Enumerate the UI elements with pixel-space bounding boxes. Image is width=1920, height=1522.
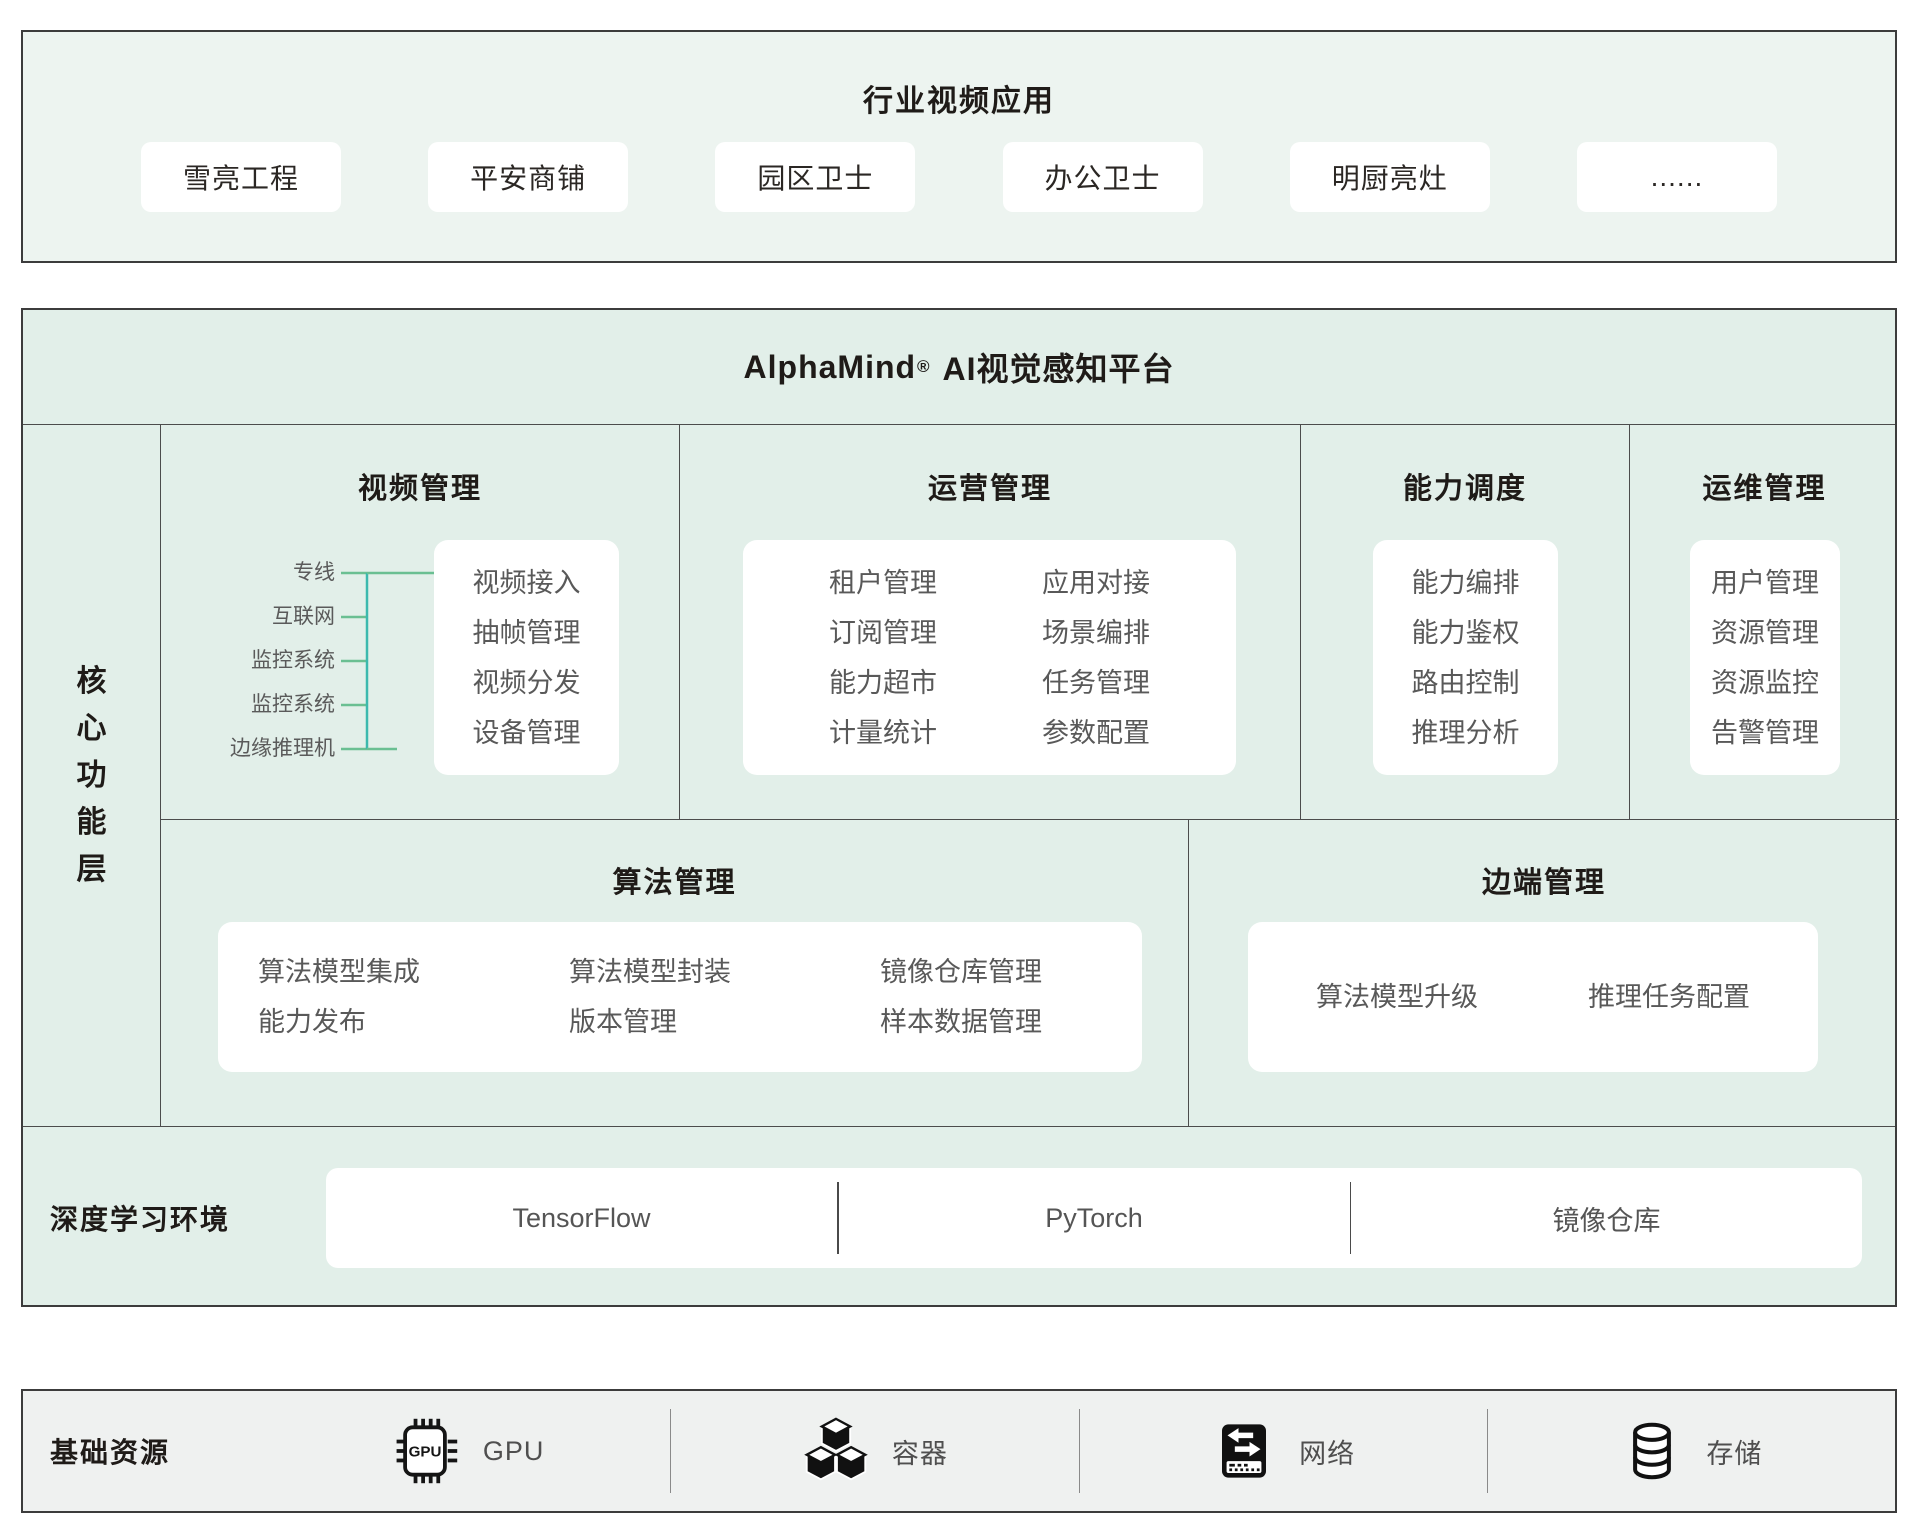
list-item: 视频接入 [473, 558, 581, 608]
list-item: 计量统计 [829, 708, 937, 758]
deep-learning-bar: TensorFlow PyTorch 镜像仓库 [326, 1168, 1862, 1268]
algorithm-management-items: 算法模型集成 能力发布 算法模型封装 版本管理 镜像仓库管理 样本数据管理 [218, 922, 1142, 1072]
list-item: 算法模型封装 [569, 947, 731, 997]
gpu-chip-icon: GPU [389, 1415, 461, 1487]
section-edge-management: 边端管理 算法模型升级 推理任务配置 [1188, 819, 1899, 1126]
source-label: 专线 [161, 551, 335, 595]
framework-pytorch: PyTorch [839, 1168, 1350, 1268]
list-item: 场景编排 [1042, 608, 1150, 658]
list-item: 算法模型升级 [1316, 972, 1478, 1022]
platform-title-en: AlphaMind [744, 349, 917, 386]
source-label: 互联网 [161, 595, 335, 639]
app-pill-bangong: 办公卫士 [1003, 142, 1203, 212]
list-item: 任务管理 [1042, 658, 1150, 708]
deep-learning-label: 深度学习环境 [50, 1127, 230, 1309]
container-cubes-icon [802, 1417, 870, 1485]
list-item: 能力超市 [829, 658, 937, 708]
resource-storage: 存储 [1488, 1419, 1895, 1483]
gpu-chip-text: GPU [408, 1444, 441, 1461]
list-item: 版本管理 [569, 997, 731, 1047]
capability-scheduling-items: 能力编排 能力鉴权 路由控制 推理分析 [1373, 540, 1558, 775]
video-source-labels: 专线 互联网 监控系统 监控系统 边缘推理机 [161, 551, 335, 771]
deep-learning-row: 深度学习环境 TensorFlow PyTorch 镜像仓库 [23, 1126, 1895, 1309]
platform-title: AlphaMind® AI视觉感知平台 [23, 310, 1895, 425]
industry-apps-section: 行业视频应用 雪亮工程 平安商铺 园区卫士 办公卫士 明厨亮灶 ...... [21, 30, 1897, 263]
section-algorithm-management: 算法管理 算法模型集成 能力发布 算法模型封装 版本管理 镜像仓库管理 样本数据… [161, 819, 1188, 1126]
list-item: 用户管理 [1711, 558, 1819, 608]
resource-container-label: 容器 [892, 1432, 948, 1471]
app-pill-more: ...... [1577, 142, 1777, 212]
resource-network: 网络 [1080, 1418, 1487, 1484]
list-item: 推理分析 [1412, 708, 1520, 758]
operations-management-title: 运营管理 [680, 465, 1300, 507]
list-item: 视频分发 [473, 658, 581, 708]
edge-management-items: 算法模型升级 推理任务配置 [1248, 922, 1818, 1072]
list-item: 告警管理 [1711, 708, 1819, 758]
algorithm-column-2: 算法模型封装 版本管理 [569, 947, 731, 1047]
resource-gpu: GPU GPU [263, 1415, 670, 1487]
list-item: 参数配置 [1042, 708, 1150, 758]
architecture-diagram: 行业视频应用 雪亮工程 平安商铺 园区卫士 办公卫士 明厨亮灶 ...... A… [0, 0, 1920, 1522]
storage-database-icon [1620, 1419, 1684, 1483]
list-item: 镜像仓库管理 [880, 947, 1042, 997]
industry-apps-row: 雪亮工程 平安商铺 园区卫士 办公卫士 明厨亮灶 ...... [23, 142, 1895, 212]
app-pill-xueliang: 雪亮工程 [141, 142, 341, 212]
section-om-management: 运维管理 用户管理 资源管理 资源监控 告警管理 [1629, 425, 1899, 819]
capability-scheduling-title: 能力调度 [1301, 465, 1629, 507]
resources-label: 基础资源 [23, 1431, 263, 1471]
edge-management-title: 边端管理 [1189, 859, 1899, 901]
list-item: 样本数据管理 [880, 997, 1042, 1047]
list-item: 能力编排 [1412, 558, 1520, 608]
operations-management-items: 租户管理 订阅管理 能力超市 计量统计 应用对接 场景编排 任务管理 参数配置 [743, 540, 1236, 775]
network-switch-icon [1211, 1418, 1277, 1484]
list-item: 能力发布 [258, 997, 420, 1047]
list-item: 资源监控 [1711, 658, 1819, 708]
video-management-items: 视频接入 抽帧管理 视频分发 设备管理 [434, 540, 619, 775]
section-video-management: 视频管理 专线 互联网 监控系统 监控系统 边缘推理机 视频接入 抽帧管理 [161, 425, 679, 819]
list-item: 能力鉴权 [1412, 608, 1520, 658]
om-management-items: 用户管理 资源管理 资源监控 告警管理 [1690, 540, 1840, 775]
list-item: 订阅管理 [829, 608, 937, 658]
list-item: 设备管理 [473, 708, 581, 758]
core-function-layer-label: 核心功能层 [75, 658, 109, 893]
source-label: 监控系统 [161, 683, 335, 727]
resource-gpu-label: GPU [483, 1436, 545, 1467]
image-repository: 镜像仓库 [1351, 1168, 1862, 1268]
list-item: 抽帧管理 [473, 608, 581, 658]
list-item: 推理任务配置 [1588, 972, 1750, 1022]
algorithm-column-3: 镜像仓库管理 样本数据管理 [880, 947, 1042, 1047]
framework-tensorflow: TensorFlow [326, 1168, 837, 1268]
algorithm-column-1: 算法模型集成 能力发布 [258, 947, 420, 1047]
platform-title-zh: AI视觉感知平台 [942, 344, 1174, 390]
list-item: 资源管理 [1711, 608, 1819, 658]
resource-network-label: 网络 [1299, 1432, 1355, 1471]
industry-apps-title: 行业视频应用 [23, 76, 1895, 120]
list-item: 算法模型集成 [258, 947, 420, 997]
source-label: 边缘推理机 [161, 727, 335, 771]
resources-section: 基础资源 GPU GPU [21, 1389, 1897, 1513]
video-management-title: 视频管理 [161, 465, 679, 507]
platform-section: AlphaMind® AI视觉感知平台 核心功能层 视频管理 专线 互联网 监控… [21, 308, 1897, 1307]
resource-storage-label: 存储 [1706, 1432, 1762, 1471]
list-item: 路由控制 [1412, 658, 1520, 708]
source-label: 监控系统 [161, 639, 335, 683]
registered-mark: ® [917, 357, 931, 377]
resource-container: 容器 [671, 1417, 1078, 1485]
app-pill-pingan: 平安商铺 [428, 142, 628, 212]
om-management-title: 运维管理 [1630, 465, 1899, 507]
app-pill-yuanqu: 园区卫士 [715, 142, 915, 212]
algorithm-management-title: 算法管理 [161, 859, 1188, 901]
list-item: 应用对接 [1042, 558, 1150, 608]
sidebar-core-function-layer: 核心功能层 [23, 425, 161, 1126]
section-capability-scheduling: 能力调度 能力编排 能力鉴权 路由控制 推理分析 [1300, 425, 1629, 819]
operations-column-1: 租户管理 订阅管理 能力超市 计量统计 [829, 558, 937, 758]
list-item: 租户管理 [829, 558, 937, 608]
app-pill-mingchu: 明厨亮灶 [1290, 142, 1490, 212]
section-operations-management: 运营管理 租户管理 订阅管理 能力超市 计量统计 应用对接 场景编排 任务管理 … [679, 425, 1300, 819]
bracket-connector-lines [341, 551, 434, 773]
operations-column-2: 应用对接 场景编排 任务管理 参数配置 [1042, 558, 1150, 758]
